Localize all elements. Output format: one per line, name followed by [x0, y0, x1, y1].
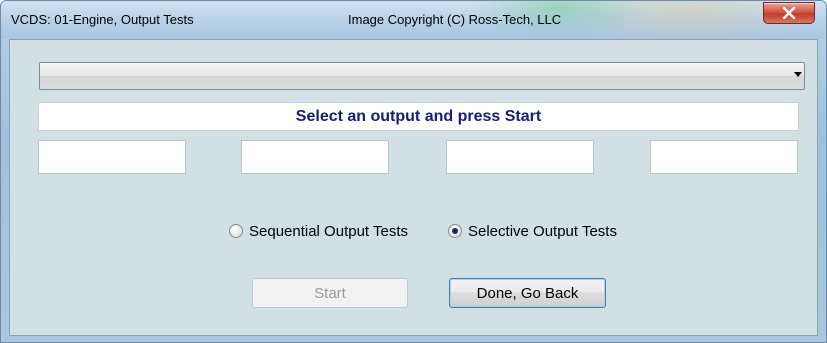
close-button[interactable]	[763, 2, 815, 24]
output-value-field-4	[650, 140, 798, 174]
dialog-body: Select an output and press Start Sequent…	[9, 39, 818, 336]
output-value-field-2	[241, 140, 389, 174]
done-go-back-button[interactable]: Done, Go Back	[449, 278, 606, 308]
instruction-label: Select an output and press Start	[38, 102, 799, 131]
output-value-field-1	[38, 140, 186, 174]
output-select-dropdown[interactable]	[39, 62, 805, 90]
selective-tests-label: Selective Output Tests	[468, 222, 617, 240]
sequential-tests-label: Sequential Output Tests	[249, 222, 408, 240]
output-tests-window: VCDS: 01-Engine, Output Tests Image Copy…	[0, 0, 827, 343]
chevron-down-icon	[794, 72, 802, 77]
copyright-text: Image Copyright (C) Ross-Tech, LLC	[348, 12, 562, 27]
sequential-tests-option[interactable]: Sequential Output Tests	[229, 222, 408, 240]
start-button[interactable]: Start	[252, 278, 408, 308]
sequential-tests-radio[interactable]	[229, 224, 243, 238]
title-bar[interactable]: VCDS: 01-Engine, Output Tests Image Copy…	[1, 1, 826, 39]
selective-tests-option[interactable]: Selective Output Tests	[448, 222, 617, 240]
output-value-field-3	[446, 140, 594, 174]
window-title: VCDS: 01-Engine, Output Tests	[11, 12, 194, 27]
close-icon	[782, 7, 796, 19]
selective-tests-radio[interactable]	[448, 224, 462, 238]
